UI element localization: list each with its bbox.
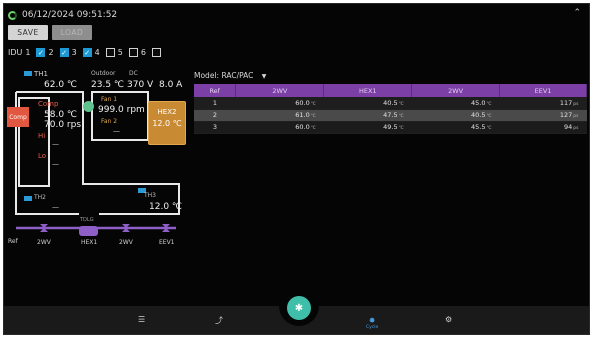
comp-temp: 58.0 ℃ — [44, 110, 78, 120]
th1-label: TH1 — [34, 70, 48, 78]
cell-value: 47.5 — [383, 111, 398, 119]
unit-label: ℃ — [310, 101, 316, 107]
lo-value: — — [52, 160, 59, 168]
table-row[interactable]: 1 60.0℃ 40.5℃ 45.0℃ 117ps — [194, 97, 587, 110]
cell: 94ps — [499, 121, 587, 134]
cell: 40.5℃ — [323, 97, 412, 110]
cell: 60.0℃ — [235, 97, 324, 110]
fan-icon — [83, 101, 94, 112]
cell: 47.5℃ — [323, 109, 412, 122]
th1-value: 62.0 ℃ — [44, 80, 78, 90]
hex2-box: HEX2 12.0 ℃ — [148, 101, 186, 145]
cell-value: 40.5 — [471, 111, 486, 119]
dc-voltage: 370 V — [127, 80, 154, 90]
cell-ref: 1 — [194, 97, 236, 110]
th2-value: — — [52, 203, 59, 211]
unit-label: ps — [573, 101, 579, 107]
th2-label: TH2 — [34, 194, 46, 201]
lo-label: Lo — [38, 152, 47, 160]
unit-label: ps — [573, 114, 579, 119]
cycle-icon: ✸ — [368, 316, 376, 325]
nav-cycle[interactable]: ✸ Cycle — [366, 317, 378, 331]
unit-label: ℃ — [398, 101, 404, 107]
cell: 127ps — [499, 109, 587, 122]
fan2-value: — — [113, 127, 120, 135]
cell-value: 117 — [559, 98, 573, 107]
pipe-label-ref: Ref — [8, 238, 18, 245]
fan2-label: Fan 2 — [101, 118, 118, 125]
cell-ref: 3 — [194, 121, 236, 134]
th3-value: 12.0 ℃ — [149, 202, 183, 212]
list-icon[interactable]: ☰ — [138, 315, 145, 324]
cell: 45.0℃ — [411, 97, 500, 110]
fan1-value: 999.0 rpm — [98, 105, 145, 115]
app-screen: 06/12/2024 09:51:52 ⌃ SAVE LOAD IDU 1 ✓ … — [3, 3, 590, 335]
dc-label: DC — [129, 70, 138, 77]
comp-rps: 70.0 rps — [44, 120, 82, 130]
comp-label: Comp — [38, 100, 59, 108]
unit-label: ℃ — [398, 114, 404, 119]
unit-label: ℃ — [398, 126, 404, 131]
tdlg-label: TDLG — [80, 217, 94, 223]
cell: 40.5℃ — [411, 109, 500, 122]
hex2-value: 12.0 ℃ — [152, 119, 182, 128]
bluetooth-fab-button[interactable]: ✱ — [287, 296, 311, 320]
model-value: RAC/PAC — [221, 71, 254, 80]
unit-label: ℃ — [310, 114, 316, 119]
cell: 45.5℃ — [411, 121, 500, 134]
unit-label: ℃ — [486, 126, 492, 131]
cell-value: 40.5 — [383, 98, 398, 107]
th3-label: TH3 — [144, 192, 156, 199]
pipe-label-2wv-b: 2WV — [119, 239, 133, 246]
model-selector[interactable]: Model: RAC/PAC ▼ — [194, 71, 266, 80]
hex2-label: HEX2 — [157, 108, 177, 116]
col-ref: Ref — [194, 84, 237, 97]
pipe-label-hex1: HEX1 — [81, 239, 98, 246]
outdoor-label: Outdoor — [91, 70, 116, 77]
unit-label: ps — [573, 126, 579, 131]
hi-value: — — [52, 140, 59, 148]
col-2wv-b: 2WV — [411, 84, 501, 97]
cell-ref: 2 — [194, 109, 236, 122]
cell-value: 45.5 — [471, 123, 486, 131]
dc-current: 8.0 A — [159, 80, 183, 90]
table-header: Ref 2WV HEX1 2WV EEV1 — [194, 84, 587, 97]
unit-label: ℃ — [486, 101, 492, 107]
comp-box: Comp — [7, 107, 29, 127]
fan1-label: Fan 1 — [101, 96, 118, 103]
cell-value: 45.0 — [471, 98, 486, 107]
cell: 60.0℃ — [235, 121, 324, 134]
cell-value: 60.0 — [295, 123, 310, 131]
table-row[interactable]: 3 60.0℃ 49.5℃ 45.5℃ 94ps — [194, 121, 587, 134]
col-hex1: HEX1 — [323, 84, 413, 97]
cell-value: 61.0 — [295, 111, 310, 119]
hi-label: Hi — [38, 132, 46, 140]
dropdown-caret-icon: ▼ — [261, 73, 267, 80]
pipe-label-2wv-a: 2WV — [37, 239, 51, 246]
cycle-label: Cycle — [366, 325, 379, 330]
outdoor-value: 23.5 ℃ — [91, 80, 125, 90]
gear-icon[interactable]: ⚙ — [445, 315, 452, 324]
unit-label: ℃ — [486, 114, 492, 119]
data-table: Ref 2WV HEX1 2WV EEV1 1 60.0℃ 40.5℃ 45.0… — [194, 84, 587, 134]
collapse-icon[interactable]: ⌃ — [573, 8, 581, 18]
cell: 49.5℃ — [323, 121, 412, 134]
table-row[interactable]: 2 61.0℃ 47.5℃ 40.5℃ 127ps — [194, 109, 587, 122]
hex1-coil — [79, 226, 98, 236]
chart-icon[interactable]: ⤴ — [215, 315, 223, 326]
cell-value: 127 — [559, 111, 573, 119]
col-eev1: EEV1 — [499, 84, 587, 97]
pipe-label-eev1: EEV1 — [159, 239, 175, 246]
unit-label: ℃ — [310, 126, 316, 131]
cell: 61.0℃ — [235, 109, 324, 122]
cell-value: 94 — [564, 123, 573, 131]
col-2wv-a: 2WV — [235, 84, 325, 97]
cell: 117ps — [499, 97, 587, 110]
cell-value: 49.5 — [383, 123, 398, 131]
model-label: Model: — [194, 71, 220, 80]
cell-value: 60.0 — [295, 98, 310, 107]
